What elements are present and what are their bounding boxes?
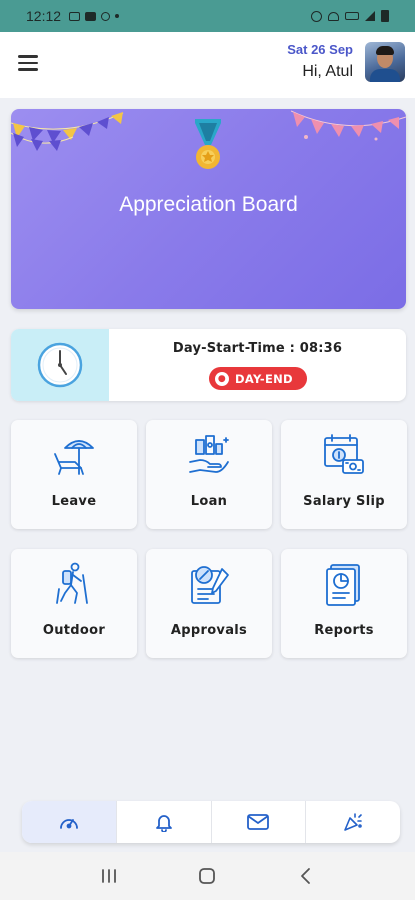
recent-apps-icon[interactable] (89, 856, 129, 896)
tile-approvals[interactable]: Approvals (146, 549, 272, 658)
tile-label-outdoor: Outdoor (42, 623, 106, 638)
battery-icon (381, 10, 389, 22)
dashboard-gauge-icon (59, 819, 78, 829)
tile-label-reports: Reports (314, 623, 374, 638)
signal-icon (365, 11, 375, 21)
tile-label-loan: Loan (190, 494, 228, 509)
tile-label-leave: Leave (51, 494, 97, 509)
tile-leave[interactable]: Leave (11, 420, 137, 529)
stop-icon: ● (215, 371, 229, 386)
bell-icon (155, 815, 172, 832)
user-avatar[interactable] (365, 42, 405, 82)
bottom-navigation (22, 801, 400, 843)
gallery-icon (69, 11, 81, 21)
app-header: Sat 26 Sep Hi, Atul (0, 32, 415, 98)
dot-icon (115, 14, 120, 18)
attendance-card: Day-Start-Time : 08:36 ● DAY-END (11, 329, 406, 401)
wifi-icon (328, 11, 339, 21)
header-greeting: Hi, Atul (302, 63, 353, 80)
nav-dashboard[interactable] (22, 801, 117, 843)
tile-outdoor[interactable]: Outdoor (11, 549, 137, 658)
tile-loan[interactable]: Loan (146, 420, 272, 529)
tile-reports[interactable]: Reports (281, 549, 407, 658)
youtube-icon (85, 11, 97, 21)
hamburger-menu-icon[interactable] (18, 55, 38, 71)
volte-icon (345, 12, 359, 20)
tile-salary-slip[interactable]: Salary Slip (281, 420, 407, 529)
tile-label-salary-slip: Salary Slip (303, 494, 385, 509)
money-hand-icon (189, 435, 229, 473)
nav-notifications[interactable] (117, 801, 212, 843)
left-bunting-decoration (11, 112, 124, 151)
clock-icon (37, 342, 83, 388)
back-icon[interactable] (286, 856, 326, 896)
report-chart-icon (326, 564, 360, 606)
nav-celebrations[interactable] (306, 801, 400, 843)
day-start-time-text: Day-Start-Time : 08:36 (172, 341, 343, 356)
hiker-icon (56, 562, 88, 604)
home-icon[interactable] (187, 856, 227, 896)
day-end-label: DAY-END (235, 371, 293, 386)
status-time: 12:12 (26, 8, 62, 24)
mail-icon (247, 814, 270, 830)
day-end-button[interactable]: ● DAY-END (209, 367, 307, 390)
system-navigation-bar (0, 852, 415, 900)
alarm-icon (311, 10, 322, 22)
medal-icon (195, 119, 221, 169)
nav-messages[interactable] (212, 801, 307, 843)
status-bar: 12:12 (0, 0, 415, 32)
wrench-icon (101, 11, 111, 21)
salary-calendar-icon (324, 434, 364, 474)
banner-title: Appreciation Board (119, 193, 298, 216)
right-bunting-decoration (291, 110, 406, 141)
tile-label-approvals: Approvals (170, 623, 248, 638)
header-date: Sat 26 Sep (287, 42, 353, 57)
approval-document-icon (191, 566, 229, 604)
party-popper-icon (344, 813, 362, 831)
clock-panel (11, 329, 109, 401)
appreciation-board-banner[interactable]: Appreciation Board (11, 109, 406, 309)
beach-chair-icon (54, 440, 94, 475)
